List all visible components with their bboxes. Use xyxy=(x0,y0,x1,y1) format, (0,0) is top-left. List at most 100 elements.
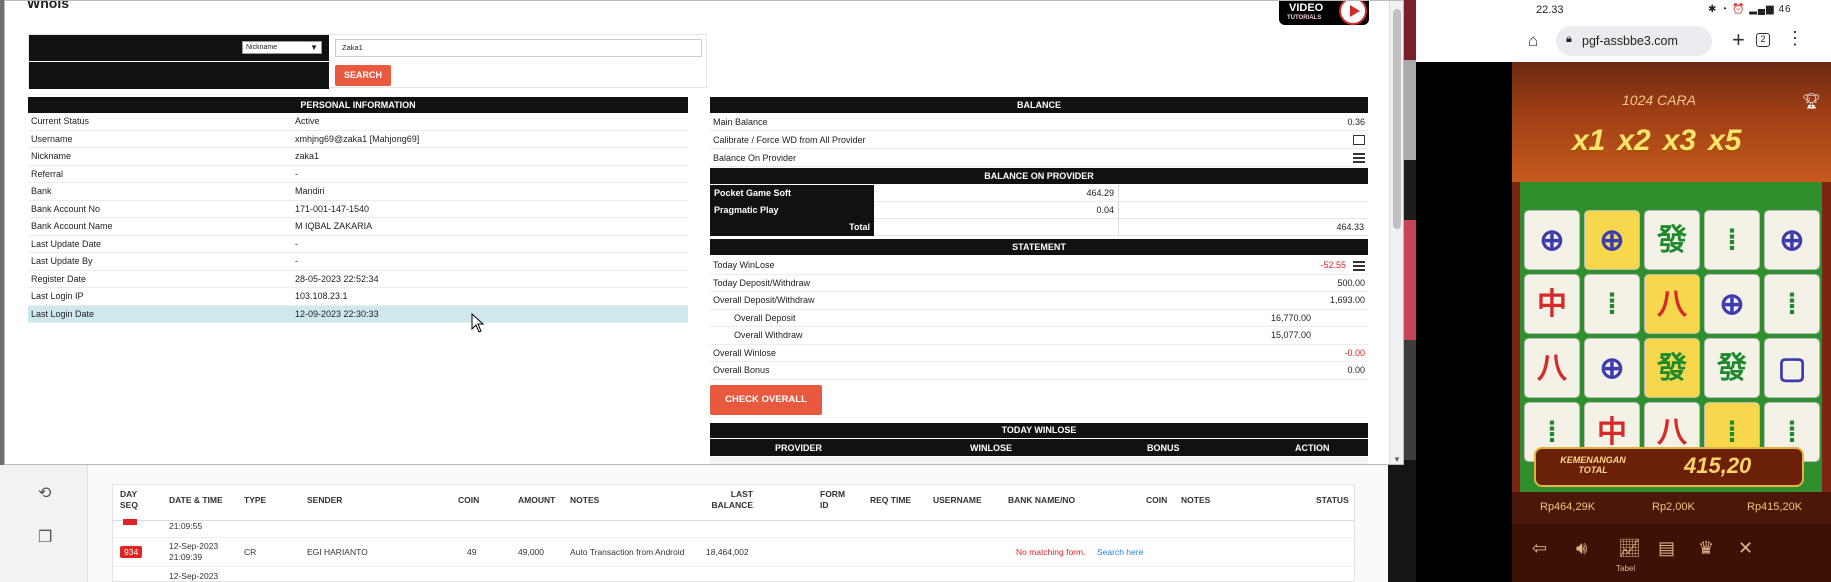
today-winlose-header: TODAY WINLOSE xyxy=(710,423,1368,438)
close-icon[interactable]: ✕ xyxy=(1738,538,1753,559)
more-menu-icon[interactable]: ⋮ xyxy=(1786,28,1804,49)
circle-tile: ⊕ xyxy=(1584,338,1640,398)
document-icon[interactable]: ▤ xyxy=(1658,538,1675,559)
personal-info-label: Referral xyxy=(31,168,64,179)
personal-info-label: Username xyxy=(31,133,73,144)
personal-info-label: Bank xyxy=(31,186,52,196)
main-balance-row: Main Balance 0.36 xyxy=(710,113,1368,131)
tab-count-button[interactable]: 2 xyxy=(1756,33,1770,47)
background-sidebar: ⟲ ❐ xyxy=(0,465,88,582)
list-icon[interactable] xyxy=(1353,153,1365,163)
check-overall-button[interactable]: CHECK OVERALL xyxy=(710,385,822,415)
list-icon[interactable] xyxy=(1353,261,1365,271)
provider-total-label: Total xyxy=(710,219,874,236)
chevron-down-icon: ▼ xyxy=(310,43,318,52)
browser-bar: ⌂ 🔒︎ pgf-assbbe3.com + 2 ⋮ xyxy=(1416,22,1831,62)
table-row[interactable]: 934 12-Sep-2023 21:09:39 CR EGI HARIANTO… xyxy=(113,537,1354,567)
win-icon[interactable]: ♛ xyxy=(1698,538,1714,559)
search-label-cell: Nickname ▼ xyxy=(29,35,329,61)
statement-table: Today WinLose -52.55 Today Deposit/Withd… xyxy=(710,257,1368,380)
personal-info-row: Bank Account Name M IQBAL ZAKARIA xyxy=(28,218,688,236)
search-button-cell xyxy=(29,62,329,89)
overall-bonus-row: Overall Bonus 0.00 xyxy=(710,362,1368,380)
statement-header: STATEMENT xyxy=(710,239,1368,255)
phone-status-bar: 22.33 ✱ ◔ ⏰ ▂▄▆ 46 xyxy=(1416,0,1831,22)
transactions-table-header: DAY SEQ DATE & TIME TYPE SENDER COIN AMO… xyxy=(113,485,1354,521)
col-coin: COIN xyxy=(458,495,480,505)
personal-info-value: 28-05-2023 22:52:34 xyxy=(295,273,379,284)
bamboo-tile: ⁞ xyxy=(1764,274,1820,334)
mahjong-game[interactable]: 1024 CARA 🏆︎ x1 x2 x3 x5 ⊕ ⊕ 發 ⁞ ⊕ 中 ⁞ 八 ⊕ … xyxy=(1512,62,1831,582)
sound-icon[interactable]: 🔊︎ xyxy=(1576,538,1587,559)
overall-winlose-value: -0.00 xyxy=(1344,347,1365,358)
provider-value: 0.04 xyxy=(874,202,1119,219)
fa-tile: 發 xyxy=(1644,210,1700,270)
row-type: CR xyxy=(244,547,257,557)
search-here-link[interactable]: Search here xyxy=(1097,547,1143,557)
today-winlose-row: Today WinLose -52.55 xyxy=(710,257,1368,275)
trophy-icon[interactable]: 🏆︎ xyxy=(1802,92,1821,110)
new-tab-icon[interactable]: + xyxy=(1732,27,1745,53)
col-winlose: WINLOSE xyxy=(970,443,1012,453)
multiplier-bar: x1 x2 x3 x5 xyxy=(1572,124,1754,158)
personal-info-value: Mandiri xyxy=(295,186,325,196)
personal-info-row: Nickname zaka1 xyxy=(28,148,688,166)
col-notes: NOTES xyxy=(570,495,600,505)
multiplier: x1 xyxy=(1572,124,1606,157)
video-tutorials-button[interactable]: VIDEO TUTORIALS xyxy=(1279,1,1369,25)
ways-label: 1024 CARA xyxy=(1622,92,1696,108)
provider-name: Pragmatic Play xyxy=(710,202,874,219)
overall-deposit-withdraw-label: Overall Deposit/Withdraw xyxy=(713,295,815,305)
col-date-time: DATE & TIME xyxy=(169,495,223,505)
chevron-down-icon[interactable]: ▼ xyxy=(1393,455,1401,464)
home-icon[interactable]: ⌂ xyxy=(1528,31,1538,51)
bamboo-tile: ⁞ xyxy=(1704,210,1760,270)
col-form-id: FORM ID xyxy=(820,489,846,510)
multiplier: x2 xyxy=(1617,124,1651,157)
circle-tile: ⊕ xyxy=(1704,274,1760,334)
phone-screen: 22.33 ✱ ◔ ⏰ ▂▄▆ 46 ⌂ 🔒︎ pgf-assbbe3.com … xyxy=(1416,0,1831,582)
ba-wan-tile: 八 xyxy=(1524,338,1580,398)
seq-badge: 934 xyxy=(120,546,143,558)
bet-value: Rp2,00K xyxy=(1652,501,1695,513)
game-top-bar xyxy=(1512,62,1831,182)
personal-info-row: Last Update By - xyxy=(28,253,688,271)
overall-deposit-withdraw-value: 1,693.00 xyxy=(1329,295,1365,305)
chart-icon[interactable]: 📈︎ xyxy=(1618,538,1641,559)
url-field[interactable]: 🔒︎ pgf-assbbe3.com xyxy=(1556,26,1712,56)
personal-info-label: Bank Account No xyxy=(31,203,101,214)
personal-info-row: Register Date 28-05-2023 22:52:34 xyxy=(28,271,688,288)
search-button[interactable]: SEARCH xyxy=(335,65,391,86)
row-time: 21:09:39 xyxy=(169,552,203,562)
provider-balances: Pocket Game Soft 464.29 Pragmatic Play 0… xyxy=(710,185,1368,236)
overall-bonus-value: 0.00 xyxy=(1347,365,1365,375)
horizontal-scrollbar[interactable] xyxy=(710,457,1368,464)
search-input[interactable]: Zaka1 xyxy=(335,39,702,57)
personal-info-value: 171-001-147-1540 xyxy=(295,203,370,214)
scrollbar-thumb[interactable] xyxy=(1393,9,1401,229)
personal-info-value: - xyxy=(295,256,298,266)
fa-tile: 發 xyxy=(1644,338,1700,398)
col-last-balance: LAST BALANCE xyxy=(711,489,753,510)
table-row-partial: 21:09:55 xyxy=(113,519,1354,533)
personal-info-row: Last Update Date - xyxy=(28,236,688,253)
modal-scrollbar[interactable]: ▼ xyxy=(1389,1,1403,464)
external-link-icon[interactable] xyxy=(1353,135,1365,145)
personal-info-row: Current Status Active xyxy=(28,113,688,131)
provider-value: 464.29 xyxy=(874,185,1119,202)
back-icon[interactable]: ⇦ xyxy=(1532,538,1547,559)
book-icon[interactable]: ❐ xyxy=(38,527,52,547)
main-balance-value: 0.36 xyxy=(1347,117,1365,127)
personal-info-value: xmhjng69@zaka1 [Mahjong69] xyxy=(295,133,420,144)
balance-on-provider-label: Balance On Provider xyxy=(713,153,797,163)
calibrate-row: Calibrate / Force WD from All Provider xyxy=(710,131,1368,149)
history-icon[interactable]: ⟲ xyxy=(38,483,51,503)
whois-modal: WhoIs VIDEO TUTORIALS Nickname ▼ Zaka1 S… xyxy=(4,0,1404,465)
win-value: Rp415,20K xyxy=(1747,501,1803,513)
overall-withdraw-value: 15,077.00 xyxy=(1270,330,1311,340)
personal-info-row: Last Login IP 103.108.23.1 xyxy=(28,288,688,306)
mouse-cursor-icon xyxy=(471,313,485,333)
personal-info-row: Last Login Date 12-09-2023 22:30:33 xyxy=(28,305,688,323)
play-icon xyxy=(1339,1,1367,25)
search-type-select[interactable]: Nickname ▼ xyxy=(242,41,322,54)
